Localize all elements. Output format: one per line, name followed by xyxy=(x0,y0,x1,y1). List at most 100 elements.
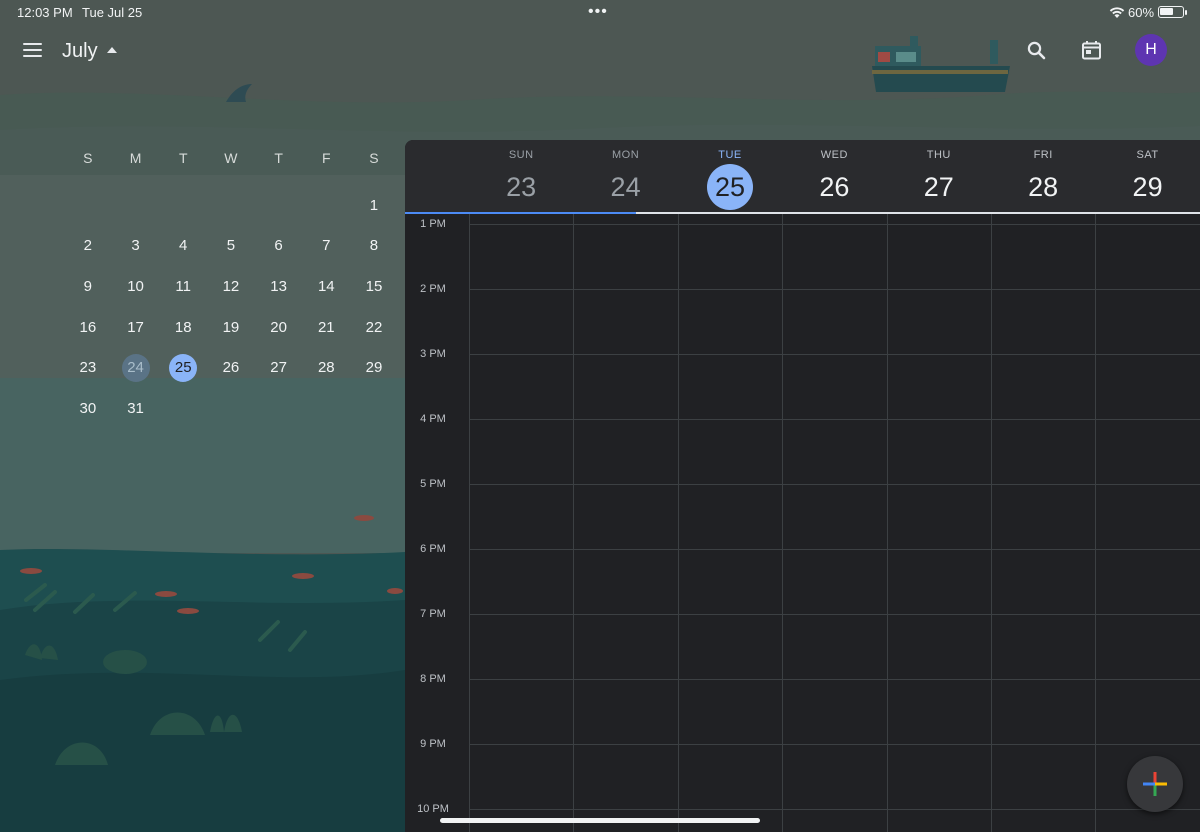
mini-day-number: 22 xyxy=(365,318,383,336)
mini-day-17[interactable]: 17 xyxy=(112,307,160,348)
home-indicator[interactable] xyxy=(440,818,760,823)
hour-gridline xyxy=(469,484,1200,485)
mini-day-8[interactable]: 8 xyxy=(350,226,398,267)
battery-icon xyxy=(1158,6,1184,18)
mini-day-number: 11 xyxy=(175,277,191,295)
day-header-wed[interactable]: WED 26 xyxy=(782,140,886,214)
mini-weekday-label: M xyxy=(129,150,142,166)
mini-day-empty xyxy=(350,388,398,429)
mini-day-12[interactable]: 12 xyxy=(207,266,255,307)
mini-weekday-label: S xyxy=(369,150,379,166)
hour-label: 10 PM xyxy=(417,803,449,815)
hour-label: 6 PM xyxy=(420,543,446,555)
jump-to-today-button[interactable] xyxy=(1077,36,1107,66)
hour-gridline xyxy=(469,289,1200,290)
hour-label: 5 PM xyxy=(420,478,446,490)
hour-label: 4 PM xyxy=(420,413,446,425)
main-menu-button[interactable] xyxy=(18,36,48,64)
day-column-divider xyxy=(573,214,575,832)
day-header-date: 25 xyxy=(706,164,753,210)
mini-day-22[interactable]: 22 xyxy=(350,307,398,348)
mini-day-11[interactable]: 11 xyxy=(159,266,207,307)
mini-day-number: 4 xyxy=(179,237,188,255)
mini-day-number: 16 xyxy=(79,318,97,336)
mini-day-number: 1 xyxy=(369,196,379,214)
mini-day-9[interactable]: 9 xyxy=(64,266,112,307)
search-button[interactable] xyxy=(1022,36,1052,66)
wifi-icon xyxy=(1109,7,1125,18)
mini-week-row: 16 17 18 19 20 21 22 xyxy=(64,307,398,348)
mini-day-4[interactable]: 4 xyxy=(159,226,207,267)
hour-gridline xyxy=(469,744,1200,745)
mini-day-5[interactable]: 5 xyxy=(207,226,255,267)
mini-day-empty xyxy=(64,185,112,226)
month-selector[interactable]: July xyxy=(62,38,117,64)
mini-day-21[interactable]: 21 xyxy=(302,307,350,348)
mini-day-10[interactable]: 10 xyxy=(112,266,160,307)
mini-week-row: 9 10 11 12 13 14 15 xyxy=(64,266,398,307)
day-header-date: 29 xyxy=(1132,171,1163,202)
mini-day-number: 17 xyxy=(127,318,144,336)
mini-day-number: 24 xyxy=(121,353,150,382)
mini-day-28[interactable]: 28 xyxy=(302,347,350,388)
hour-gridline xyxy=(469,809,1200,810)
mini-weekday-label: T xyxy=(178,150,188,166)
mini-day-19[interactable]: 19 xyxy=(207,307,255,348)
mini-day-number: 10 xyxy=(127,277,144,295)
battery-percent: 60% xyxy=(1128,5,1155,20)
mini-day-20[interactable]: 20 xyxy=(255,307,303,348)
mini-day-empty xyxy=(159,185,207,226)
mini-day-29[interactable]: 29 xyxy=(350,347,398,388)
mini-day-13[interactable]: 13 xyxy=(255,266,303,307)
mini-day-number: 7 xyxy=(322,237,331,255)
day-header-date: 24 xyxy=(610,171,641,202)
mini-day-7[interactable]: 7 xyxy=(302,226,350,267)
day-header-weekday: MON xyxy=(612,149,640,161)
create-event-button[interactable] xyxy=(1127,756,1183,812)
mini-day-24[interactable]: 24 xyxy=(112,347,160,388)
day-header-date: 28 xyxy=(1028,171,1059,202)
day-header-thu[interactable]: THU 27 xyxy=(887,140,991,214)
mini-day-6[interactable]: 6 xyxy=(255,226,303,267)
day-header-sun[interactable]: SUN 23 xyxy=(469,140,573,214)
mini-day-number: 23 xyxy=(79,359,97,377)
mini-day-31[interactable]: 31 xyxy=(112,388,160,429)
multitasking-dots[interactable]: ••• xyxy=(588,3,608,21)
day-header-date: 26 xyxy=(819,171,850,202)
hour-gridline xyxy=(469,224,1200,225)
day-header-tue[interactable]: TUE 25 xyxy=(678,140,782,214)
day-column-divider xyxy=(677,214,679,832)
mini-day-30[interactable]: 30 xyxy=(64,388,112,429)
mini-day-18[interactable]: 18 xyxy=(159,307,207,348)
day-header-fri[interactable]: FRI 28 xyxy=(991,140,1095,214)
time-grid[interactable]: 1 PM 2 PM 3 PM 4 PM 5 PM 6 PM 7 PM 8 PM 9 PM 10 P… xyxy=(405,214,1200,832)
mini-day-number: 9 xyxy=(83,277,93,295)
mini-day-23[interactable]: 23 xyxy=(64,347,112,388)
hour-label: 1 PM xyxy=(420,218,446,230)
day-header-mon[interactable]: MON 24 xyxy=(573,140,677,214)
mini-day-number: 25 xyxy=(169,353,198,382)
day-column-divider xyxy=(1095,214,1097,832)
day-header-weekday: SAT xyxy=(1136,149,1159,161)
day-column-divider xyxy=(782,214,784,832)
mini-day-number: 15 xyxy=(365,277,383,295)
mini-day-25[interactable]: 25 xyxy=(159,347,207,388)
mini-day-27[interactable]: 27 xyxy=(255,347,303,388)
status-date: Tue Jul 25 xyxy=(82,5,143,20)
mini-day-1[interactable]: 1 xyxy=(350,185,398,226)
account-avatar[interactable]: H xyxy=(1135,34,1167,66)
mini-day-number: 31 xyxy=(127,399,144,417)
day-header-sat[interactable]: SAT 29 xyxy=(1095,140,1199,214)
hour-label: 3 PM xyxy=(420,348,446,360)
search-icon xyxy=(1027,41,1046,60)
day-header-date: 27 xyxy=(923,171,954,202)
mini-day-14[interactable]: 14 xyxy=(302,266,350,307)
week-view: SUN 23 MON 24 TUE 25 WED 26 THU 27 FRI 28 SAT 29 1 PM… xyxy=(405,140,1200,832)
mini-day-15[interactable]: 15 xyxy=(350,266,398,307)
mini-day-26[interactable]: 26 xyxy=(207,347,255,388)
mini-day-3[interactable]: 3 xyxy=(112,226,160,267)
mini-day-16[interactable]: 16 xyxy=(64,307,112,348)
mini-day-2[interactable]: 2 xyxy=(64,226,112,267)
calendar-today-icon xyxy=(1082,41,1101,60)
app-header: July H xyxy=(0,26,1200,76)
